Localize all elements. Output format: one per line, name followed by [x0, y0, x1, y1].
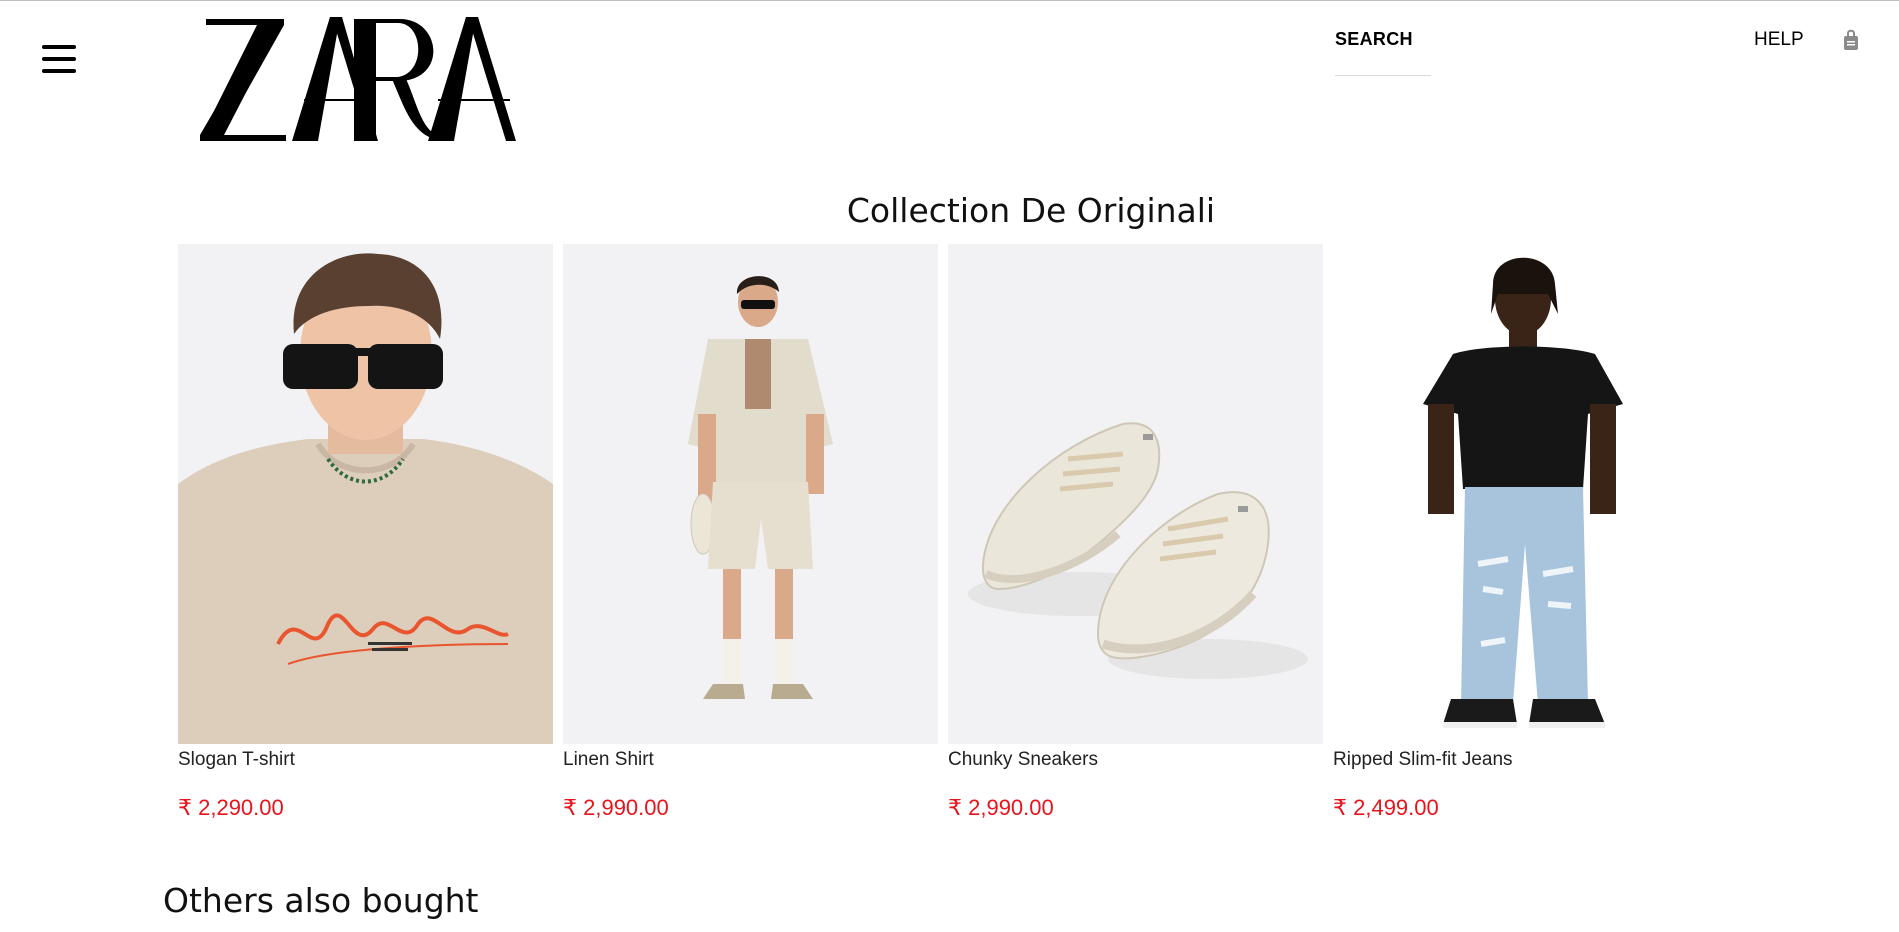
search-link[interactable]: SEARCH [1335, 29, 1431, 76]
product-card-ripped-jeans[interactable]: Ripped Slim-fit Jeans ₹ 2,499.00 [1333, 244, 1708, 821]
shopping-bag-icon[interactable] [1843, 29, 1859, 51]
product-image[interactable] [948, 244, 1323, 744]
product-image[interactable] [178, 244, 553, 744]
product-name[interactable]: Slogan T-shirt [178, 748, 553, 772]
product-name[interactable]: Chunky Sneakers [948, 748, 1323, 772]
collection-title: Collection De Originali [846, 191, 1216, 230]
product-price: ₹ 2,290.00 [178, 795, 284, 820]
product-card-linen-shirt[interactable]: Linen Shirt ₹ 2,990.00 [563, 244, 938, 821]
product-image[interactable] [563, 244, 938, 744]
zara-logo[interactable] [200, 15, 516, 141]
product-price: ₹ 2,990.00 [563, 795, 669, 820]
product-grid: Slogan T-shirt ₹ 2,290.00 Linen Shirt ₹ … [178, 244, 1708, 824]
product-name[interactable]: Linen Shirt [563, 748, 938, 772]
product-name[interactable]: Ripped Slim-fit Jeans [1333, 748, 1708, 772]
help-link[interactable]: HELP [1754, 29, 1804, 51]
product-image[interactable] [1333, 244, 1708, 744]
product-card-chunky-sneakers[interactable]: Chunky Sneakers ₹ 2,990.00 [948, 244, 1323, 821]
page: SEARCH HELP Collection De Originali Slog… [0, 0, 1899, 932]
product-price: ₹ 2,990.00 [948, 795, 1054, 820]
others-also-bought-title: Others also bought [163, 881, 479, 920]
product-price: ₹ 2,499.00 [1333, 795, 1439, 820]
hamburger-menu-icon[interactable] [42, 45, 76, 75]
product-card-slogan-tshirt[interactable]: Slogan T-shirt ₹ 2,290.00 [178, 244, 553, 821]
